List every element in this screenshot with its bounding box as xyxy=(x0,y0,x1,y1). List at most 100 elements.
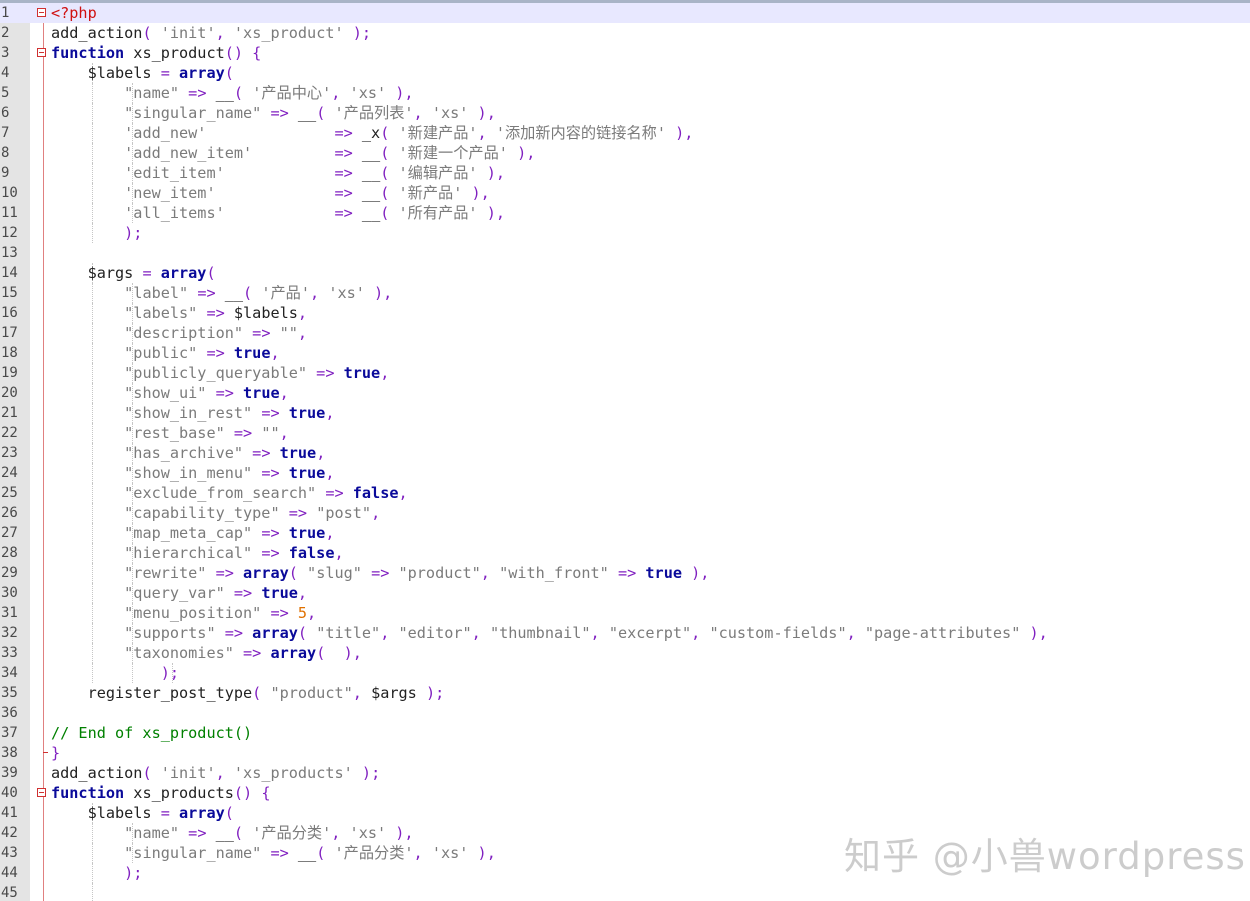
code-token: => xyxy=(279,504,317,522)
code-token: ( xyxy=(288,564,308,582)
line-number: 13 xyxy=(1,245,18,261)
code-token: => xyxy=(334,204,362,222)
code-line[interactable]: 30 "query_var" => true, xyxy=(0,583,1250,603)
line-code: "singular_name" => __( '产品列表', 'xs' ), xyxy=(51,103,496,123)
code-line[interactable]: 14 $args = array( xyxy=(0,263,1250,283)
line-code: function xs_products() { xyxy=(51,783,270,803)
line-code: "capability_type" => "post", xyxy=(51,503,380,523)
line-number: 40 xyxy=(1,785,18,801)
code-line[interactable]: 6 "singular_name" => __( '产品列表', 'xs' ), xyxy=(0,103,1250,123)
code-line[interactable]: 37 // End of xs_product() xyxy=(0,723,1250,743)
code-line[interactable]: 38} xyxy=(0,743,1250,763)
code-line[interactable]: 20 "show_ui" => true, xyxy=(0,383,1250,403)
code-line[interactable]: 39 add_action( 'init', 'xs_products' ); xyxy=(0,763,1250,783)
fold-toggle-icon[interactable] xyxy=(37,48,46,57)
code-token: => xyxy=(179,824,216,842)
code-token: 'xs_products' xyxy=(233,764,353,782)
code-token: __ xyxy=(361,184,381,202)
code-line[interactable]: 16 "labels" => $labels, xyxy=(0,303,1250,323)
line-number: 11 xyxy=(1,205,18,221)
code-line[interactable]: 12 ); xyxy=(0,223,1250,243)
code-line[interactable]: 2 add_action( 'init', 'xs_product' ); xyxy=(0,23,1250,43)
code-token: ( xyxy=(316,104,335,122)
code-token: 'xs' xyxy=(431,104,469,122)
code-line[interactable]: 29 "rewrite" => array( "slug" => "produc… xyxy=(0,563,1250,583)
code-line[interactable]: 4 $labels = array( xyxy=(0,63,1250,83)
code-token: , xyxy=(316,444,326,462)
code-token: => xyxy=(261,604,298,622)
indent-guide xyxy=(92,883,94,901)
code-line[interactable]: 18 "public" => true, xyxy=(0,343,1250,363)
code-token: } xyxy=(51,744,61,762)
code-line[interactable]: 13 xyxy=(0,243,1250,263)
code-line[interactable]: 19 "publicly_queryable" => true, xyxy=(0,363,1250,383)
code-line[interactable]: 21 "show_in_rest" => true, xyxy=(0,403,1250,423)
code-token: , xyxy=(398,484,408,502)
code-line[interactable]: 41 $labels = array( xyxy=(0,803,1250,823)
code-line[interactable]: 23 "has_archive" => true, xyxy=(0,443,1250,463)
code-token: "excerpt" xyxy=(608,624,692,642)
code-token: '产品分类' xyxy=(252,824,332,842)
code-line[interactable]: 24 "show_in_menu" => true, xyxy=(0,463,1250,483)
code-token: , xyxy=(279,384,289,402)
line-number: 39 xyxy=(1,765,18,781)
line-code: "show_in_rest" => true, xyxy=(51,403,334,423)
code-token: // End of xs_product() xyxy=(51,724,253,742)
line-code: 'all_items' => __( '所有产品' ), xyxy=(51,203,505,223)
code-line[interactable]: 32 "supports" => array( "title", "editor… xyxy=(0,623,1250,643)
code-token: 'xs_product' xyxy=(233,24,344,42)
code-line[interactable]: 11 'all_items' => __( '所有产品' ), xyxy=(0,203,1250,223)
code-line[interactable]: 34 ); xyxy=(0,663,1250,683)
code-token: false xyxy=(288,544,335,562)
code-line[interactable]: 28 "hierarchical" => false, xyxy=(0,543,1250,563)
code-lines[interactable]: 1 <?php 2 add_action( 'init', 'xs_product' … xyxy=(0,3,1250,901)
code-line[interactable]: 10 'new_item' => __( '新产品' ), xyxy=(0,183,1250,203)
code-line[interactable]: 3 function xs_product() { xyxy=(0,43,1250,63)
code-token: ( xyxy=(380,144,399,162)
code-token: ( xyxy=(380,204,399,222)
code-token: 'xs' xyxy=(431,844,469,862)
code-token: '添加新内容的链接名称' xyxy=(495,124,667,142)
code-token: "menu_position" xyxy=(124,604,262,622)
code-line[interactable]: 27 "map_meta_cap" => true, xyxy=(0,523,1250,543)
line-number: 21 xyxy=(1,405,18,421)
code-token: false xyxy=(352,484,399,502)
line-code: "hierarchical" => false, xyxy=(51,543,343,563)
code-token: () { xyxy=(224,44,262,62)
code-line[interactable]: 5 "name" => __( '产品中心', 'xs' ), xyxy=(0,83,1250,103)
code-line[interactable]: 35 register_post_type( "product", $args … xyxy=(0,683,1250,703)
code-line[interactable]: 9 'edit_item' => __( '编辑产品' ), xyxy=(0,163,1250,183)
code-line[interactable]: 31 "menu_position" => 5, xyxy=(0,603,1250,623)
code-token: => xyxy=(197,344,234,362)
code-line[interactable]: 1 <?php xyxy=(0,3,1250,23)
code-token: "product" xyxy=(270,684,353,702)
line-number: 25 xyxy=(1,485,18,501)
code-line[interactable]: 7 'add_new' => _x( '新建产品', '添加新内容的链接名称' … xyxy=(0,123,1250,143)
code-line[interactable]: 25 "exclude_from_search" => false, xyxy=(0,483,1250,503)
code-editor[interactable]: 1 <?php 2 add_action( 'init', 'xs_product' … xyxy=(0,0,1250,901)
code-line[interactable]: 8 'add_new_item' => __( '新建一个产品' ), xyxy=(0,143,1250,163)
code-line[interactable]: 17 "description" => "", xyxy=(0,323,1250,343)
code-line[interactable]: 36 xyxy=(0,703,1250,723)
code-line[interactable]: 15 "label" => __( '产品', 'xs' ), xyxy=(0,283,1250,303)
code-line[interactable]: 40 function xs_products() { xyxy=(0,783,1250,803)
code-token: '新建一个产品' xyxy=(398,144,508,162)
code-token: $labels xyxy=(51,804,161,822)
line-code: $labels = array( xyxy=(51,803,234,823)
code-line[interactable]: 45 xyxy=(0,883,1250,901)
line-code: } xyxy=(51,743,60,763)
fold-toggle-icon[interactable] xyxy=(37,788,46,797)
code-token: 'edit_item' xyxy=(124,164,225,182)
code-token: ), xyxy=(477,164,505,182)
code-line[interactable]: 26 "capability_type" => "post", xyxy=(0,503,1250,523)
code-line[interactable]: 33 "taxonomies" => array( ), xyxy=(0,643,1250,663)
fold-toggle-icon[interactable] xyxy=(37,8,46,17)
code-line[interactable]: 22 "rest_base" => "", xyxy=(0,423,1250,443)
